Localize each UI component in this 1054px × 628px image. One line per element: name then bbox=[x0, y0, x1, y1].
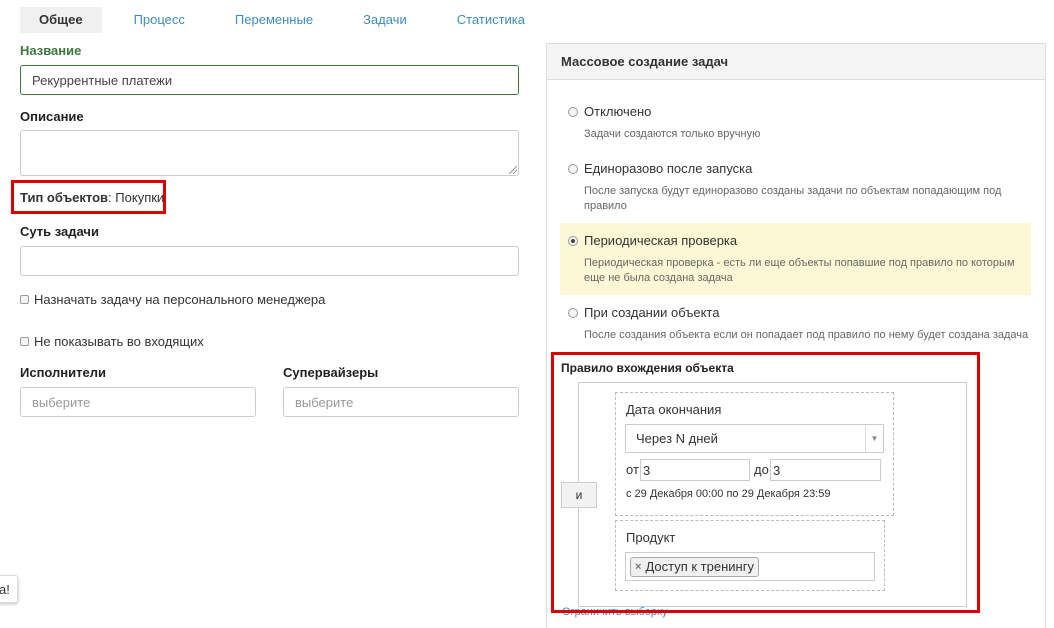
option-on-create-desc: После создания объекта если он попадает … bbox=[584, 329, 1029, 341]
supervisors-placeholder: выберите bbox=[295, 394, 354, 410]
hide-inbox-row[interactable]: Не показывать во входящих bbox=[20, 334, 204, 349]
name-input[interactable]: Рекуррентные платежи bbox=[20, 65, 519, 95]
task-essence-label: Суть задачи bbox=[20, 224, 99, 239]
task-essence-input[interactable] bbox=[20, 246, 519, 276]
object-type-label: Тип объектов bbox=[20, 190, 109, 205]
option-disabled-label: Отключено bbox=[584, 104, 652, 119]
edge-tooltip: а! bbox=[0, 575, 18, 603]
option-periodic[interactable]: Периодическая проверка bbox=[568, 233, 737, 248]
executors-placeholder: выберите bbox=[32, 394, 91, 410]
hide-inbox-checkbox[interactable] bbox=[20, 337, 29, 346]
option-periodic-radio[interactable] bbox=[568, 235, 578, 246]
option-disabled-desc: Задачи создаются только вручную bbox=[584, 128, 761, 140]
executors-label: Исполнители bbox=[20, 365, 106, 380]
description-label: Описание bbox=[20, 109, 84, 124]
resize-grip-icon[interactable] bbox=[509, 166, 517, 174]
name-input-value: Рекуррентные платежи bbox=[32, 72, 173, 88]
tab-bar: Общее Процесс Переменные Задачи Статисти… bbox=[20, 7, 557, 33]
object-type-value: Покупки bbox=[115, 190, 165, 205]
supervisors-label: Супервайзеры bbox=[283, 365, 379, 380]
option-on-create-radio[interactable] bbox=[568, 307, 578, 318]
description-textarea[interactable] bbox=[20, 130, 519, 176]
option-disabled[interactable]: Отключено bbox=[568, 104, 651, 119]
mass-creation-title: Массовое создание задач bbox=[547, 44, 1045, 80]
name-label: Название bbox=[20, 43, 82, 58]
assign-manager-checkbox[interactable] bbox=[20, 295, 29, 304]
option-once-label: Единоразово после запуска bbox=[584, 161, 753, 176]
tab-process[interactable]: Процесс bbox=[116, 7, 203, 33]
option-on-create-label: При создании объекта bbox=[584, 305, 720, 320]
object-type: Тип объектов: Покупки bbox=[20, 190, 164, 205]
option-on-create[interactable]: При создании объекта bbox=[568, 305, 719, 320]
tab-tasks[interactable]: Задачи bbox=[345, 7, 425, 33]
tab-general[interactable]: Общее bbox=[20, 7, 102, 33]
supervisors-select[interactable]: выберите bbox=[283, 387, 519, 417]
assign-manager-row[interactable]: Назначать задачу на персонального менедж… bbox=[20, 292, 325, 307]
tab-variables[interactable]: Переменные bbox=[217, 7, 331, 33]
object-type-sep: : bbox=[108, 190, 112, 205]
rule-highlight bbox=[551, 352, 980, 613]
assign-manager-label: Назначать задачу на персонального менедж… bbox=[34, 292, 326, 307]
executors-select[interactable]: выберите bbox=[20, 387, 256, 417]
option-periodic-label: Периодическая проверка bbox=[584, 233, 738, 248]
option-once[interactable]: Единоразово после запуска bbox=[568, 161, 752, 176]
option-once-radio[interactable] bbox=[568, 163, 578, 174]
edge-tooltip-text: а! bbox=[0, 581, 10, 597]
option-disabled-radio[interactable] bbox=[568, 106, 578, 117]
option-periodic-desc: Периодическая проверка - есть ли еще объ… bbox=[584, 257, 1015, 284]
option-once-desc: После запуска будут единоразово созданы … bbox=[584, 185, 1002, 212]
hide-inbox-label: Не показывать во входящих bbox=[34, 334, 204, 349]
tab-statistics[interactable]: Статистика bbox=[439, 7, 543, 33]
